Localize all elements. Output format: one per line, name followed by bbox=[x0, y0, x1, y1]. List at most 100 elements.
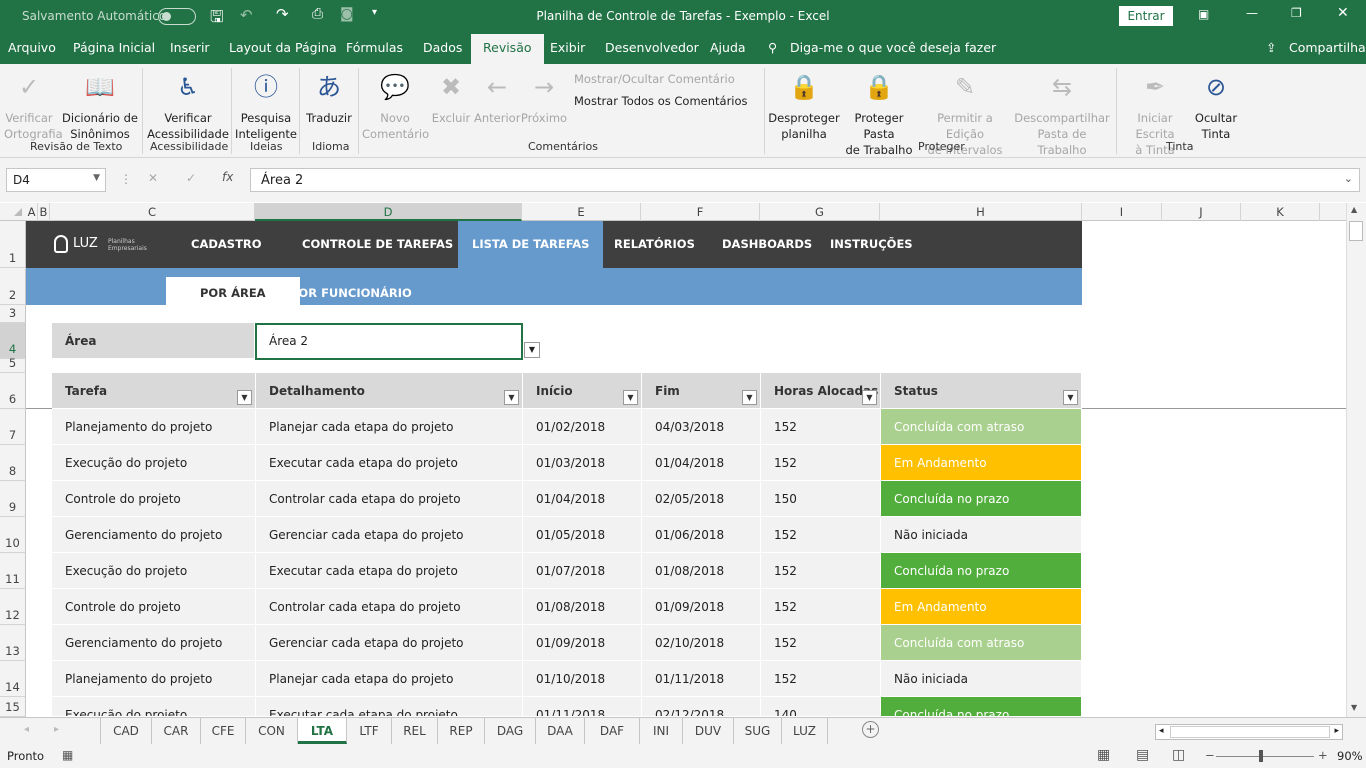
restore-icon[interactable]: ❐ bbox=[1291, 6, 1302, 20]
filter-dropdown-icon[interactable]: ▼ bbox=[742, 390, 757, 405]
scroll-left-icon[interactable]: ◂ bbox=[1159, 726, 1164, 736]
filter-dropdown-icon[interactable]: ▼ bbox=[237, 390, 252, 405]
tab-ajuda[interactable]: Ajuda bbox=[710, 40, 746, 55]
sheet-tab-car[interactable]: CAR bbox=[152, 718, 201, 744]
unshare-workbook-icon[interactable]: ⇆ bbox=[1047, 72, 1077, 102]
nav-cadastro[interactable]: CADASTRO bbox=[191, 221, 262, 268]
h-scroll-thumb[interactable] bbox=[1170, 726, 1330, 738]
page-layout-icon[interactable]: ▤ bbox=[1136, 747, 1149, 763]
filter-dropdown-icon[interactable]: ▼ bbox=[1063, 390, 1078, 405]
horizontal-scrollbar[interactable]: ◂ ▸ bbox=[1155, 724, 1343, 740]
row-header-2[interactable]: 2 bbox=[0, 268, 26, 305]
spellcheck-button[interactable]: Verificar Ortografia bbox=[4, 110, 63, 142]
tab-frmulas[interactable]: Fórmulas bbox=[346, 40, 403, 55]
share-icon[interactable]: ⇪ bbox=[1266, 40, 1276, 55]
column-header-J[interactable]: J bbox=[1162, 203, 1241, 221]
vertical-scrollbar[interactable]: ▲ ▼ bbox=[1346, 203, 1366, 717]
show-hide-comment-button[interactable]: Mostrar/Ocultar Comentário bbox=[574, 72, 735, 86]
row-header-1[interactable]: 1 bbox=[0, 221, 26, 268]
sheet-tab-daf[interactable]: DAF bbox=[585, 718, 640, 744]
new-comment-button[interactable]: Novo Comentário bbox=[362, 110, 429, 142]
previous-comment-button[interactable]: Anterior bbox=[474, 110, 520, 126]
row-header-15[interactable]: 15 bbox=[0, 697, 26, 717]
protect-workbook-icon[interactable]: 🔒 bbox=[864, 72, 894, 102]
tab-exibir[interactable]: Exibir bbox=[550, 40, 585, 55]
sign-in-button[interactable]: Entrar bbox=[1119, 6, 1173, 26]
tab-inserir[interactable]: Inserir bbox=[170, 40, 210, 55]
tell-me-search[interactable]: Diga-me o que você deseja fazer bbox=[790, 40, 996, 55]
tab-desenvolvedor[interactable]: Desenvolvedor bbox=[605, 40, 699, 55]
sheet-tab-daa[interactable]: DAA bbox=[536, 718, 585, 744]
new-comment-icon[interactable]: 💬 bbox=[380, 72, 410, 102]
translate-icon[interactable]: あ bbox=[314, 72, 344, 102]
column-header-H[interactable]: H bbox=[880, 203, 1082, 221]
sheet-tab-dag[interactable]: DAG bbox=[485, 718, 536, 744]
zoom-in-icon[interactable]: + bbox=[1318, 748, 1328, 762]
unprotect-sheet-icon[interactable]: 🔒 bbox=[789, 72, 819, 102]
expand-formula-icon[interactable]: ⌄ bbox=[1344, 172, 1353, 185]
row-header-13[interactable]: 13 bbox=[0, 625, 26, 661]
name-box[interactable]: D4 ▼ bbox=[6, 168, 106, 192]
nav-lista-de-tarefas[interactable]: LISTA DE TAREFAS bbox=[458, 221, 604, 268]
add-sheet-icon[interactable]: + bbox=[862, 721, 879, 738]
start-inking-icon[interactable]: ✒ bbox=[1140, 72, 1170, 102]
accessibility-icon[interactable]: ♿ bbox=[173, 72, 203, 102]
page-break-icon[interactable]: ◫ bbox=[1172, 747, 1185, 763]
spellcheck-icon[interactable]: ✓ bbox=[14, 72, 44, 102]
tab-pginainicial[interactable]: Página Inicial bbox=[73, 40, 155, 55]
next-sheet-icon[interactable]: ▸ bbox=[54, 724, 59, 735]
allow-edit-ranges-icon[interactable]: ✎ bbox=[950, 72, 980, 102]
column-header-G[interactable]: G bbox=[760, 203, 880, 221]
next-comment-button[interactable]: Próximo bbox=[520, 110, 568, 126]
column-header-D[interactable]: D bbox=[255, 203, 522, 221]
show-all-comments-button[interactable]: Mostrar Todos os Comentários bbox=[574, 94, 748, 108]
translate-button[interactable]: Traduzir bbox=[304, 110, 354, 126]
row-header-10[interactable]: 10 bbox=[0, 517, 26, 553]
scroll-right-icon[interactable]: ▸ bbox=[1334, 726, 1339, 736]
zoom-out-icon[interactable]: − bbox=[1205, 748, 1215, 762]
hide-ink-icon[interactable]: ⊘ bbox=[1201, 72, 1231, 102]
accessibility-button[interactable]: Verificar Acessibilidade bbox=[146, 110, 230, 142]
smart-lookup-button[interactable]: Pesquisa Inteligente bbox=[235, 110, 297, 142]
column-header-A[interactable]: A bbox=[26, 203, 38, 221]
sheet-tab-ltf[interactable]: LTF bbox=[347, 718, 392, 744]
thesaurus-button[interactable]: Dicionário de Sinônimos bbox=[62, 110, 138, 142]
row-header-5[interactable]: 5 bbox=[0, 356, 26, 373]
tab-arquivo[interactable]: Arquivo bbox=[8, 40, 56, 55]
zoom-slider-thumb[interactable] bbox=[1259, 750, 1263, 762]
sheet-tab-luz[interactable]: LUZ bbox=[782, 718, 828, 744]
next-comment-icon[interactable]: → bbox=[529, 72, 559, 102]
tab-reviso[interactable]: Revisão bbox=[471, 34, 544, 64]
hide-ink-button[interactable]: Ocultar Tinta bbox=[1194, 110, 1238, 142]
share-button[interactable]: Compartilhar bbox=[1289, 40, 1366, 55]
subtab-por-funcionario[interactable]: POR FUNCIONÁRIO bbox=[278, 277, 424, 305]
delete-comment-button[interactable]: Excluir bbox=[430, 110, 472, 126]
zoom-slider[interactable] bbox=[1216, 756, 1314, 757]
tab-dados[interactable]: Dados bbox=[423, 40, 462, 55]
nav-controle-de-tarefas[interactable]: CONTROLE DE TAREFAS bbox=[302, 221, 453, 268]
row-header-11[interactable]: 11 bbox=[0, 553, 26, 589]
nav-instru--es[interactable]: INSTRUÇÕES bbox=[830, 221, 913, 268]
protect-workbook-button[interactable]: Proteger Pasta de Trabalho bbox=[838, 110, 920, 158]
ribbon-display-icon[interactable]: ▣ bbox=[1198, 7, 1209, 21]
smart-lookup-icon[interactable]: ⓘ bbox=[251, 72, 281, 102]
sheet-tab-duv[interactable]: DUV bbox=[683, 718, 734, 744]
column-header-F[interactable]: F bbox=[641, 203, 760, 221]
cancel-icon[interactable]: ✕ bbox=[148, 171, 158, 185]
scroll-up-icon[interactable]: ▲ bbox=[1351, 205, 1357, 214]
minimize-icon[interactable]: — bbox=[1246, 6, 1258, 20]
filter-dropdown-icon[interactable]: ▼ bbox=[862, 390, 877, 405]
nav-relat-rios[interactable]: RELATÓRIOS bbox=[614, 221, 695, 268]
area-filter-input[interactable]: Área 2 bbox=[255, 323, 523, 360]
row-header-14[interactable]: 14 bbox=[0, 661, 26, 697]
sheet-tab-con[interactable]: CON bbox=[246, 718, 298, 744]
row-header-7[interactable]: 7 bbox=[0, 409, 26, 445]
select-all-icon[interactable] bbox=[14, 208, 22, 216]
tab-layoutdapgina[interactable]: Layout da Página bbox=[229, 40, 337, 55]
nav-dashboards[interactable]: DASHBOARDS bbox=[722, 221, 812, 268]
row-header-3[interactable]: 3 bbox=[0, 305, 26, 323]
thesaurus-icon[interactable]: 📖 bbox=[85, 72, 115, 102]
sheet-tab-rel[interactable]: REL bbox=[392, 718, 438, 744]
column-header-C[interactable]: C bbox=[50, 203, 255, 221]
row-header-12[interactable]: 12 bbox=[0, 589, 26, 625]
